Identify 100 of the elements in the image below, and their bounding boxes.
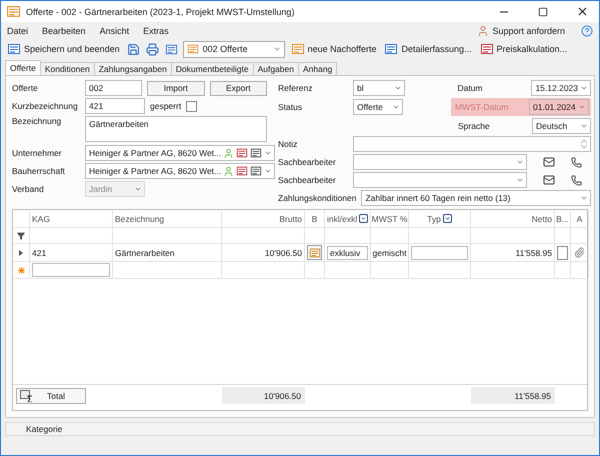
dropdown-icon[interactable] bbox=[442, 214, 452, 223]
table-cell: 11'558.95 bbox=[516, 248, 552, 258]
offerte-field[interactable]: 002 bbox=[85, 80, 142, 96]
total-brutto: 10'906.50 bbox=[222, 387, 305, 404]
tab[interactable]: Dokumentbeteiligte bbox=[170, 62, 254, 75]
field-label: Sachbearbeiter bbox=[278, 175, 337, 185]
phone-icon[interactable] bbox=[571, 174, 582, 186]
column-header[interactable]: KAG bbox=[30, 210, 113, 227]
cell-field[interactable]: exklusiv bbox=[327, 246, 368, 260]
dropdown-caret-icon bbox=[394, 84, 402, 92]
field-label: Sprache bbox=[458, 121, 491, 131]
import-button[interactable]: Import bbox=[147, 80, 205, 96]
field-label: Datum bbox=[457, 83, 484, 93]
zahlungskonditionen-select[interactable]: Zahlbar innert 60 Tagen rein netto (13) bbox=[361, 190, 591, 206]
total-netto: 11'558.95 bbox=[471, 387, 555, 404]
table-cell: gemischt bbox=[372, 248, 407, 258]
tab[interactable]: Konditionen bbox=[40, 62, 95, 75]
column-header[interactable]: inkl/exkl bbox=[325, 210, 371, 227]
field-label: Unternehmer bbox=[12, 148, 63, 158]
dropdown-icon[interactable] bbox=[359, 214, 368, 223]
status-select[interactable]: Offerte bbox=[353, 99, 403, 115]
phone-icon[interactable] bbox=[571, 156, 582, 168]
field-label: Bauherrschaft bbox=[12, 166, 66, 176]
menu-item[interactable]: Bearbeiten bbox=[42, 26, 86, 36]
tab[interactable]: Aufgaben bbox=[252, 62, 299, 75]
field-label: Verband bbox=[12, 184, 45, 194]
tab[interactable]: Anhang bbox=[298, 62, 338, 75]
dropdown-caret-icon bbox=[272, 45, 281, 53]
toolbar-button[interactable]: neue Nachofferte bbox=[288, 40, 378, 58]
field-label: Zahlungskonditionen bbox=[278, 193, 356, 203]
referenz-select[interactable]: bl bbox=[353, 80, 406, 96]
toolbar-button[interactable]: Detailerfassung... bbox=[382, 40, 474, 58]
sprache-select[interactable]: Deutsch bbox=[532, 118, 591, 134]
field-label: Referenz bbox=[278, 83, 314, 93]
person-icon[interactable] bbox=[223, 166, 234, 176]
notiz-field[interactable] bbox=[353, 136, 591, 152]
document-icon bbox=[6, 4, 21, 19]
row-checkbox[interactable] bbox=[557, 246, 568, 260]
person-icon bbox=[477, 24, 490, 36]
close-icon[interactable] bbox=[576, 5, 588, 18]
mwst-datum-select[interactable]: 01.01.2024 bbox=[529, 99, 589, 115]
table-cell: Gärtnerarbeiten bbox=[115, 248, 175, 258]
column-header[interactable]: Typ bbox=[409, 210, 471, 227]
cell-field[interactable] bbox=[411, 246, 468, 260]
menu-item[interactable]: Ansicht bbox=[100, 26, 130, 36]
new-row-icon bbox=[18, 266, 24, 274]
dropdown-caret-icon bbox=[580, 84, 588, 92]
column-header[interactable]: Bezeichnung bbox=[113, 210, 222, 227]
column-header[interactable]: B bbox=[305, 210, 325, 227]
dropdown-caret-icon bbox=[392, 103, 400, 111]
gesperrt-checkbox[interactable] bbox=[186, 100, 198, 112]
kurzbezeichnung-field[interactable]: 421 bbox=[85, 98, 145, 114]
menu-item[interactable]: Datei bbox=[7, 26, 28, 36]
help-icon[interactable] bbox=[581, 24, 593, 36]
export-button[interactable]: Export bbox=[210, 80, 268, 96]
field-label: Status bbox=[278, 102, 304, 112]
toolbar-button[interactable]: Preiskalkulation... bbox=[478, 40, 570, 58]
party-field[interactable]: Heiniger & Partner AG, 8620 Wet... bbox=[85, 163, 276, 179]
filter-icon[interactable] bbox=[17, 232, 25, 240]
total-button[interactable]: Total bbox=[16, 388, 86, 404]
field-label: MWST-Datum bbox=[455, 102, 510, 112]
row-pointer-icon bbox=[19, 250, 23, 256]
field-label: Kurzbezeichnung bbox=[12, 101, 79, 111]
window-title: Offerte - 002 - Gärtnerarbeiten (2023-1, Projekt MWST-Umstellung) bbox=[26, 6, 296, 16]
person-icon[interactable] bbox=[223, 148, 234, 158]
field-label: Notiz bbox=[278, 139, 298, 149]
kag-input[interactable] bbox=[32, 263, 110, 277]
calculation-button[interactable] bbox=[307, 245, 322, 260]
checkbox-label: gesperrt bbox=[150, 101, 182, 111]
field-label: Sachbearbeiter bbox=[278, 157, 337, 167]
save-close-button[interactable]: Speichern und beenden bbox=[5, 40, 122, 58]
dropdown-caret-icon bbox=[516, 176, 524, 184]
datum-select[interactable]: 15.12.2023 bbox=[531, 80, 591, 96]
sum-icon bbox=[20, 390, 33, 402]
dropdown-caret-icon bbox=[580, 122, 588, 130]
column-header[interactable]: MWST % bbox=[371, 210, 409, 227]
support-button[interactable]: Support anfordern bbox=[475, 22, 567, 40]
column-header[interactable]: Netto bbox=[471, 210, 555, 227]
column-header[interactable]: A bbox=[571, 210, 589, 227]
dropdown-caret-icon bbox=[134, 185, 142, 193]
mail-icon[interactable] bbox=[543, 156, 555, 168]
column-header[interactable]: Brutto bbox=[222, 210, 305, 227]
menu-item[interactable]: Extras bbox=[143, 26, 169, 36]
maximize-icon[interactable] bbox=[538, 6, 548, 16]
kategorie-label: Kategorie bbox=[26, 424, 62, 434]
table-cell: 421 bbox=[32, 248, 46, 258]
tab[interactable]: Zahlungsangaben bbox=[94, 62, 172, 75]
mail-icon[interactable] bbox=[543, 174, 555, 186]
field-label: Bezeichnung bbox=[12, 116, 62, 126]
attachment-icon[interactable] bbox=[574, 247, 585, 258]
dropdown-caret-icon bbox=[580, 194, 588, 202]
bezeichnung-field[interactable]: Gärtnerarbeiten bbox=[85, 116, 267, 142]
party-field[interactable]: Heiniger & Partner AG, 8620 Wet... bbox=[85, 145, 276, 161]
column-header[interactable]: B... bbox=[555, 210, 571, 227]
document-select[interactable]: 002 Offerte bbox=[182, 40, 285, 58]
tab[interactable]: Offerte bbox=[5, 60, 41, 75]
document-icon bbox=[186, 43, 199, 55]
dropdown-caret-icon bbox=[264, 167, 272, 175]
dropdown-caret-icon bbox=[264, 149, 272, 157]
dropdown-caret-icon bbox=[578, 103, 586, 111]
